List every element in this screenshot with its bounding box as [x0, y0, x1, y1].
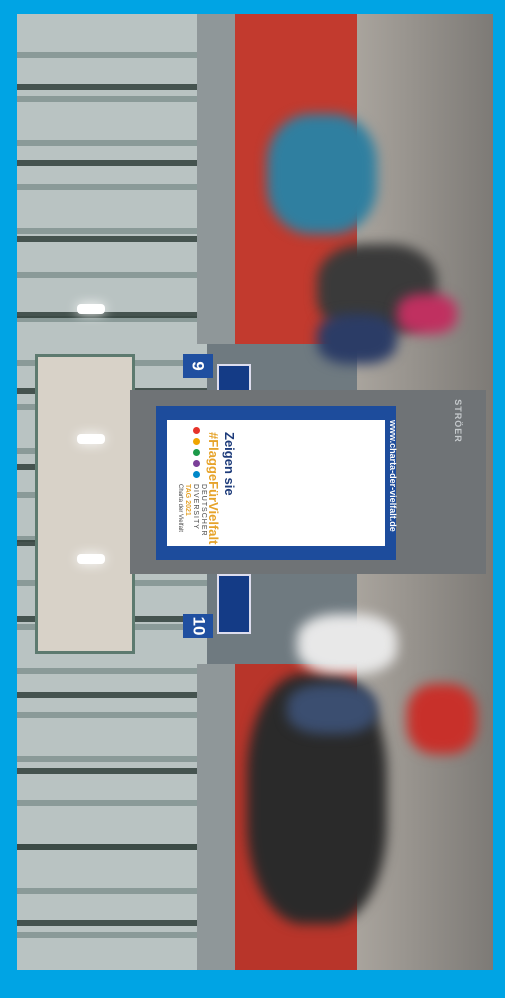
ceiling-light: [77, 434, 105, 444]
departure-board: [217, 574, 251, 634]
color-dot: [193, 427, 200, 434]
blurred-person: [397, 294, 457, 334]
blurred-person: [297, 614, 397, 674]
blurred-person: [287, 684, 377, 734]
ceiling-light: [77, 304, 105, 314]
blurred-person: [317, 314, 397, 364]
color-dot: [193, 438, 200, 445]
poster-headline: Zeigen sie: [222, 432, 237, 496]
poster-color-dots: [193, 426, 209, 478]
diversity-poster: Zeigen sie #FlaggeFürVielfalt DEUTSCHER …: [167, 420, 385, 546]
color-dot: [193, 471, 200, 478]
platform-number-sign: 9: [183, 354, 213, 378]
color-dot: [193, 449, 200, 456]
blurred-person: [407, 684, 477, 754]
platform-number-sign: 10: [183, 614, 213, 638]
event-line-3: TAG 2021: [184, 484, 191, 516]
color-dot: [193, 460, 200, 467]
poster-url: www.charta-der-vielfalt.de: [388, 420, 398, 532]
concrete-pillar: [35, 354, 135, 654]
event-line-2: DIVERSITY: [192, 484, 199, 530]
ceiling-light: [77, 554, 105, 564]
kiosk-brand-logo: STRÖER: [453, 399, 464, 443]
blurred-person: [267, 114, 377, 234]
org-name: Charta der Vielfalt: [177, 484, 183, 532]
event-line-1: DEUTSCHER: [200, 484, 207, 537]
